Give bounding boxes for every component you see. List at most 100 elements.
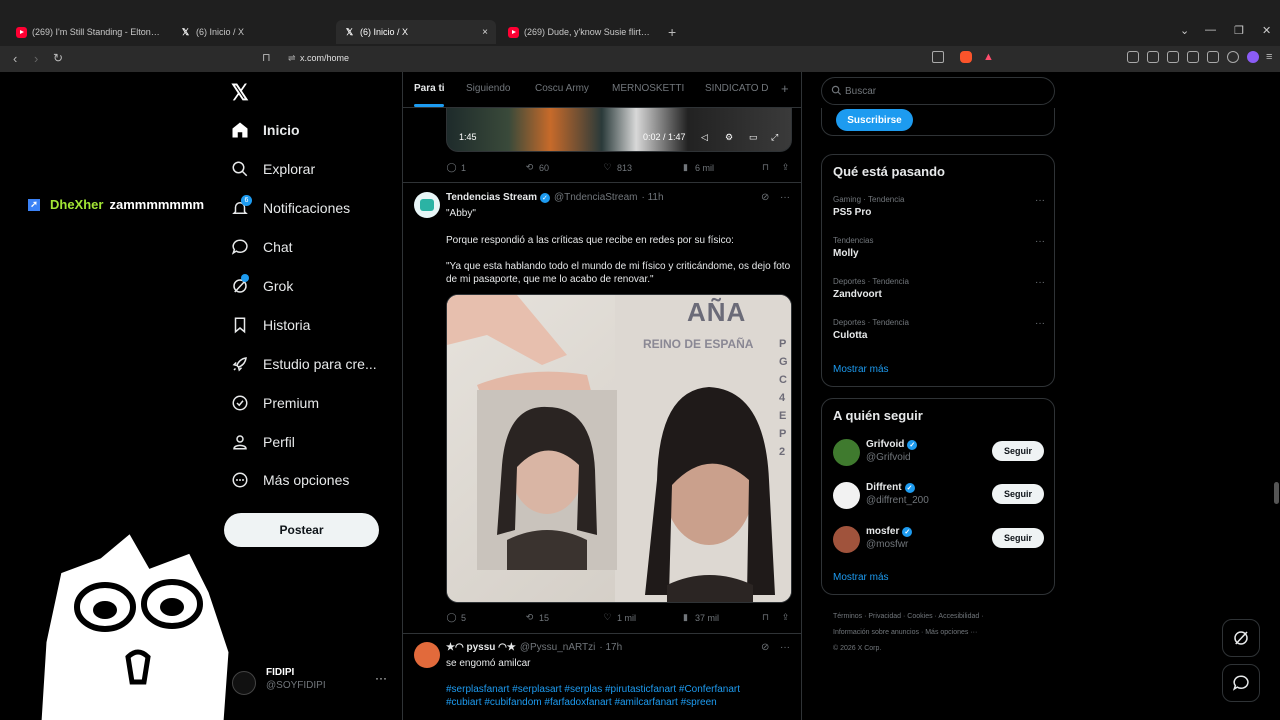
- close-window-icon[interactable]: ✕: [1262, 24, 1271, 37]
- brave-rewards-icon[interactable]: ▲: [983, 51, 994, 63]
- reply-button[interactable]: ◯ 5: [446, 612, 466, 623]
- mute-icon[interactable]: ◁: [701, 132, 708, 143]
- follow-button[interactable]: Seguir: [992, 528, 1044, 548]
- account-switcher[interactable]: FIDIPI @SOYFIDIPI ···: [232, 665, 392, 701]
- leo-icon[interactable]: [1207, 51, 1219, 63]
- tab-following[interactable]: Siguiendo: [466, 83, 510, 94]
- more-icon[interactable]: ···: [1035, 195, 1045, 206]
- more-icon[interactable]: ···: [1035, 277, 1045, 288]
- avatar[interactable]: [414, 642, 440, 668]
- menu-icon[interactable]: ≡: [1266, 51, 1272, 63]
- footer-line[interactable]: Términos · Privacidad · Cookies · Accesi…: [833, 609, 1053, 625]
- more-icon[interactable]: ···: [780, 192, 790, 203]
- post-button[interactable]: Postear: [224, 513, 379, 547]
- author-name[interactable]: ★◠ pyssu ◠★: [446, 642, 516, 653]
- sidebar-icon[interactable]: [1167, 51, 1179, 63]
- grok-fab-button[interactable]: [1222, 619, 1260, 657]
- wallet-icon[interactable]: [1187, 51, 1199, 63]
- close-tab-icon[interactable]: ×: [476, 27, 488, 38]
- repost-button[interactable]: ⟲ 60: [524, 162, 549, 173]
- add-tab-icon[interactable]: +: [781, 81, 789, 96]
- nav-item-chat[interactable]: Chat: [231, 238, 293, 256]
- avatar[interactable]: [414, 192, 440, 218]
- nav-item-home[interactable]: Inicio: [231, 121, 300, 139]
- brave-shield-icon[interactable]: [960, 51, 972, 63]
- nav-item-more[interactable]: Más opciones: [231, 471, 349, 489]
- author-handle[interactable]: @Pyssu_nARTzi: [520, 642, 596, 653]
- like-button[interactable]: ♡ 813: [602, 162, 632, 173]
- bookmark-button[interactable]: ⊓: [760, 612, 775, 623]
- url-field[interactable]: x.com/home: [300, 53, 349, 63]
- tweet-time[interactable]: · 17h: [599, 642, 622, 653]
- tweet-hashtags[interactable]: #cubiart #cubifandom #farfadoxfanart #am…: [446, 696, 792, 709]
- scrollbar-thumb[interactable]: [1274, 482, 1279, 504]
- trend-item[interactable]: Deportes · Tendencia Culotta ···: [833, 318, 1045, 341]
- follow-suggestion[interactable]: Diffrent ✓ @diffrent_200 Seguir: [833, 482, 1045, 512]
- more-icon[interactable]: ···: [1035, 318, 1045, 329]
- trend-item[interactable]: Deportes · Tendencia Zandvoort ···: [833, 277, 1045, 300]
- tab-list[interactable]: Coscu Army: [535, 83, 589, 94]
- reply-button[interactable]: ◯ 1: [446, 162, 466, 173]
- reload-icon[interactable]: ↻: [53, 51, 63, 65]
- account-more-icon[interactable]: ···: [375, 671, 387, 685]
- video-player[interactable]: 1:45 0:02 / 1:47 ◁ ⚙ ▭ ⤢: [446, 108, 792, 152]
- views-button[interactable]: ▮ 6 mil: [680, 162, 714, 173]
- browser-tab-active[interactable]: 𝕏 (6) Inicio / X ×: [336, 20, 496, 44]
- messages-fab-button[interactable]: [1222, 664, 1260, 702]
- share-button[interactable]: ⇪: [780, 162, 795, 173]
- more-icon[interactable]: ···: [780, 642, 790, 653]
- minimize-icon[interactable]: —: [1205, 24, 1216, 36]
- search-input[interactable]: Buscar: [821, 77, 1055, 105]
- author-name[interactable]: Tendencias Stream: [446, 192, 537, 203]
- fullscreen-icon[interactable]: ⤢: [771, 132, 778, 143]
- nav-item-creator-studio[interactable]: Estudio para cre...: [231, 355, 377, 373]
- bookmark-button[interactable]: ⊓: [760, 162, 775, 173]
- settings-icon[interactable]: ⚙: [725, 132, 733, 143]
- extensions-icon[interactable]: [1127, 51, 1139, 63]
- follow-button[interactable]: Seguir: [992, 484, 1044, 504]
- vpn-icon[interactable]: [1227, 51, 1239, 63]
- media-icon[interactable]: [1147, 51, 1159, 63]
- repost-button[interactable]: ⟲ 15: [524, 612, 549, 623]
- follow-button[interactable]: Seguir: [992, 441, 1044, 461]
- show-more-link[interactable]: Mostrar más: [833, 364, 889, 375]
- tab-for-you[interactable]: Para ti: [414, 83, 445, 94]
- nav-item-grok[interactable]: Grok: [231, 274, 293, 295]
- tab-list[interactable]: MERNOSKETTI: [612, 83, 684, 94]
- tweet-time[interactable]: · 11h: [642, 192, 664, 203]
- forward-icon[interactable]: ›: [34, 51, 38, 66]
- footer-line[interactable]: Información sobre anuncios · Más opcione…: [833, 625, 1053, 641]
- nav-item-explore[interactable]: Explorar: [231, 160, 315, 178]
- grok-explain-icon[interactable]: ⊘: [761, 642, 769, 653]
- back-icon[interactable]: ‹: [13, 51, 17, 66]
- maximize-icon[interactable]: ❐: [1234, 24, 1244, 37]
- browser-tab[interactable]: (269) Dude, y'know Susie flirts with B: [500, 20, 662, 44]
- tweet-hashtags[interactable]: #serplasfanart #serplasart #serplas #pir…: [446, 683, 792, 696]
- views-button[interactable]: ▮ 37 mil: [680, 612, 719, 623]
- tab-list-chevron-icon[interactable]: ⌄: [1180, 24, 1189, 37]
- nav-item-notifications[interactable]: 6 Notificaciones: [231, 195, 350, 217]
- nav-item-premium[interactable]: Premium: [231, 394, 319, 412]
- like-button[interactable]: ♡ 1 mil: [602, 612, 636, 623]
- nav-item-bookmarks[interactable]: Historia: [231, 316, 310, 334]
- x-logo[interactable]: 𝕏: [231, 80, 249, 106]
- new-tab-button[interactable]: +: [668, 24, 676, 40]
- tab-list[interactable]: SINDICATO D: [705, 83, 769, 94]
- nav-item-profile[interactable]: Perfil: [231, 433, 295, 451]
- browser-tab[interactable]: (269) I'm Still Standing - Elton John: [8, 20, 170, 44]
- follow-suggestion[interactable]: mosfer ✓ @mosfwr Seguir: [833, 526, 1045, 556]
- browser-tab[interactable]: 𝕏 (6) Inicio / X: [172, 20, 334, 44]
- subscribe-button[interactable]: Suscribirse: [836, 109, 913, 131]
- show-more-link[interactable]: Mostrar más: [833, 572, 889, 583]
- profile-icon[interactable]: [1247, 51, 1259, 63]
- bookmark-page-icon[interactable]: ⊓: [262, 51, 271, 64]
- cast-icon[interactable]: [932, 51, 944, 63]
- pip-icon[interactable]: ▭: [749, 132, 758, 143]
- more-icon[interactable]: ···: [1035, 236, 1045, 247]
- follow-suggestion[interactable]: Grifvoid ✓ @Grifvoid Seguir: [833, 439, 1045, 469]
- author-handle[interactable]: @TndenciaStream: [554, 192, 638, 203]
- site-info-icon[interactable]: ⇌: [288, 53, 296, 64]
- trend-item[interactable]: Tendencias Molly ···: [833, 236, 1045, 259]
- tweet-photo[interactable]: AÑA REINO DE ESPAÑA P GC 4 E P 2: [446, 294, 792, 603]
- share-button[interactable]: ⇪: [780, 612, 795, 623]
